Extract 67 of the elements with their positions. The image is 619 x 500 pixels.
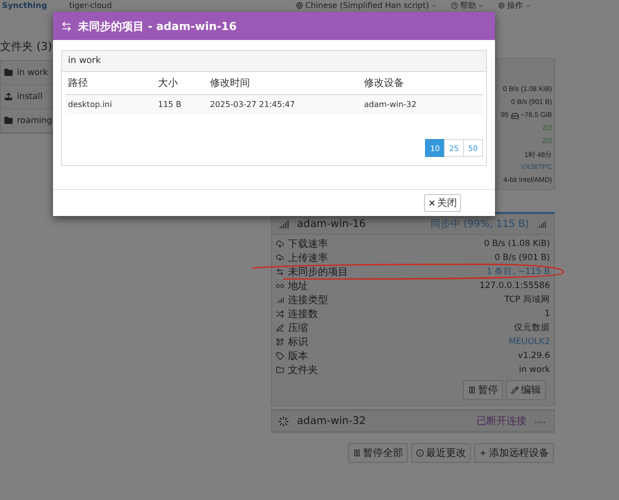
- row-icon: [276, 366, 284, 374]
- device-button[interactable]: 暂停: [463, 380, 503, 400]
- row-value: 0 B/s (1.08 KiB): [484, 239, 550, 249]
- globe-icon: [296, 2, 304, 9]
- row-value: v1.29.6: [518, 351, 550, 361]
- device-name: adam-win-16: [297, 218, 367, 230]
- close-button[interactable]: 关闭: [424, 194, 461, 212]
- device-status: 已断开连接: [476, 414, 527, 428]
- close-icon: [428, 199, 436, 207]
- plus-icon: [479, 449, 487, 457]
- row-icon: [276, 268, 284, 276]
- table-cell: adam-win-32: [361, 95, 483, 115]
- row-value: 127.0.0.1:55586: [480, 281, 550, 291]
- row-value: 0 B/s (901 B): [494, 253, 550, 263]
- device-button[interactable]: 编辑: [506, 380, 546, 400]
- device-status: 同步中 (99%, 115 B): [430, 218, 529, 231]
- row-label: 版本: [288, 350, 308, 363]
- row-value: 1: [544, 309, 550, 319]
- caret-icon: [525, 2, 531, 8]
- row-icon: [276, 240, 284, 248]
- row-value: 仅元数据: [514, 322, 550, 334]
- pause-icon: [353, 449, 361, 457]
- help-menu[interactable]: 帮助: [451, 0, 484, 11]
- folder-panel-title: in work: [62, 51, 486, 72]
- row-label: 下载速率: [288, 238, 328, 251]
- device-action-button[interactable]: 最近更改: [411, 443, 471, 463]
- row-icon: [276, 310, 284, 318]
- pencil-icon: [511, 386, 519, 394]
- brand-logo[interactable]: Syncthing: [2, 1, 48, 10]
- device-action-button[interactable]: 暂停全部: [348, 443, 408, 463]
- table-cell: desktop.ini: [65, 95, 155, 115]
- row-label: 上传速率: [288, 252, 328, 265]
- row-label: 连接数: [288, 308, 318, 321]
- row-icon: [276, 254, 284, 262]
- row-label: 地址: [288, 280, 308, 293]
- row-label: 标识: [288, 336, 308, 349]
- more-text: ....: [534, 416, 546, 426]
- table-cell: 115 B: [155, 95, 207, 115]
- row-label: 连接类型: [288, 294, 328, 307]
- settings-icon: [498, 2, 505, 9]
- row-label: 压缩: [288, 322, 308, 335]
- row-icon: [276, 324, 284, 332]
- row-label: 文件夹: [288, 364, 318, 377]
- caret-icon: [431, 2, 437, 8]
- signal-icon: [537, 220, 546, 228]
- row-icon: [276, 296, 284, 304]
- info-icon: [416, 449, 424, 457]
- folders-heading: 文件夹 (3): [0, 39, 54, 55]
- row-icon: [276, 282, 284, 290]
- caret-icon: [478, 2, 484, 8]
- row-value[interactable]: 1 条目, ~115 B: [486, 266, 550, 278]
- device-name: adam-win-32: [297, 415, 367, 427]
- modal-title: 未同步的项目 - adam-win-16: [78, 18, 237, 34]
- row-value: in work: [518, 365, 550, 375]
- actions-menu[interactable]: 操作: [498, 0, 531, 11]
- device-name: tiger-cloud: [69, 1, 112, 10]
- row-label: 未同步的项目: [288, 266, 348, 279]
- pause-icon: [468, 386, 476, 394]
- row-icon: [276, 352, 284, 360]
- row-value: TCP 局域网: [504, 294, 550, 306]
- table-cell: 2025-03-27 21:45:47: [207, 95, 361, 115]
- device-action-button[interactable]: 添加远程设备: [474, 443, 554, 463]
- transfer-icon: [61, 20, 72, 32]
- row-value[interactable]: MEUOLK2: [508, 337, 550, 347]
- row-icon: [276, 338, 284, 346]
- help-icon: [451, 2, 458, 9]
- language-menu[interactable]: Chinese (Simplified Han script): [296, 1, 437, 10]
